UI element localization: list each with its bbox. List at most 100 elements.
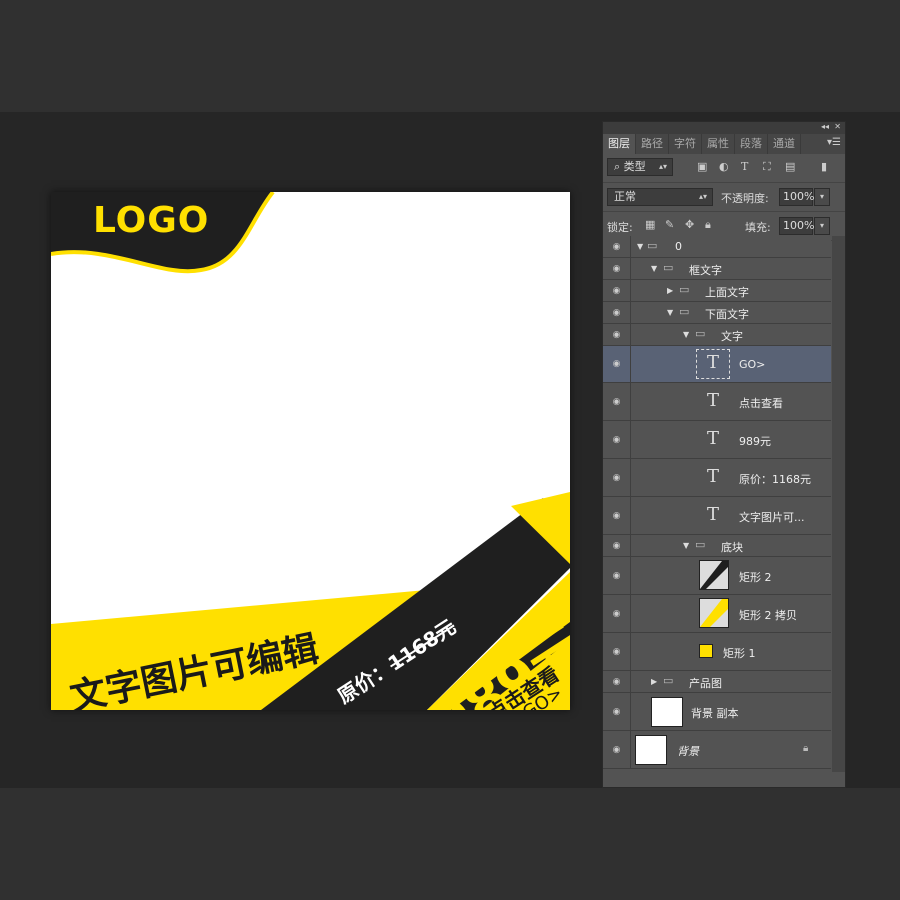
layer-row[interactable]: ◉ ▶ ▭ 产品图 bbox=[603, 671, 831, 693]
collapse-triangle-icon[interactable]: ▶ bbox=[667, 286, 673, 295]
layer-row[interactable]: ◉ T 点击查看 bbox=[603, 383, 831, 421]
document-canvas[interactable]: LOGO 文字图片可编辑 原价：1168元 989元 点击查看 GO> bbox=[51, 192, 570, 710]
layer-name: 点击查看 bbox=[739, 397, 783, 410]
layer-name: 989元 bbox=[739, 435, 771, 448]
layer-name: 框文字 bbox=[689, 264, 722, 277]
layers-list: ◉ ▼ ▭ 0 ◉ ▼ ▭ 框文字 ◉ ▶ ▭ 上面文字 ◉ ▼ ▭ 下面文字 … bbox=[603, 236, 831, 769]
visibility-eye-icon[interactable]: ◉ bbox=[603, 693, 631, 730]
type-filter-icon[interactable]: T bbox=[741, 160, 748, 173]
lock-transparent-icon[interactable]: ▦ bbox=[645, 218, 655, 231]
expand-triangle-icon[interactable]: ▼ bbox=[667, 308, 673, 317]
shape-thumbnail-icon bbox=[699, 644, 713, 658]
expand-triangle-icon[interactable]: ▼ bbox=[637, 242, 643, 251]
lock-all-icon[interactable]: 🔒︎ bbox=[705, 218, 711, 232]
top-band bbox=[0, 0, 900, 112]
visibility-eye-icon[interactable]: ◉ bbox=[603, 421, 631, 458]
expand-triangle-icon[interactable]: ▼ bbox=[651, 264, 657, 273]
tab-paragraph[interactable]: 段落 bbox=[735, 134, 768, 154]
text-layer-icon: T bbox=[706, 504, 719, 525]
layer-row[interactable]: ◉ 矩形 2 拷贝 bbox=[603, 595, 831, 633]
visibility-eye-icon[interactable]: ◉ bbox=[603, 346, 631, 382]
shape-filter-icon[interactable]: ⛶ bbox=[763, 160, 771, 174]
visibility-eye-icon[interactable]: ◉ bbox=[603, 535, 631, 556]
adjustment-filter-icon[interactable]: ◐ bbox=[719, 160, 729, 173]
layer-name: GO> bbox=[739, 358, 766, 371]
tab-character[interactable]: 字符 bbox=[669, 134, 702, 154]
select-arrows-icon: ▴▾ bbox=[698, 192, 707, 201]
filter-row: ⌕ 类型 ▴▾ ▣ ◐ T ⛶ ▤ ▮ bbox=[603, 154, 845, 183]
visibility-eye-icon[interactable]: ◉ bbox=[603, 280, 631, 301]
layer-name: 下面文字 bbox=[705, 308, 749, 321]
layer-row[interactable]: ◉ ▼ ▭ 0 bbox=[603, 236, 831, 258]
layer-row-selected[interactable]: ◉ T GO> bbox=[603, 346, 831, 383]
layer-row[interactable]: ◉ ▼ ▭ 框文字 bbox=[603, 258, 831, 280]
lock-icon: 🔒︎ bbox=[803, 743, 809, 754]
filter-kind-value: 类型 bbox=[623, 160, 646, 173]
layer-row[interactable]: ◉ ▼ ▭ 文字 bbox=[603, 324, 831, 346]
text-layer-icon: T bbox=[706, 428, 719, 449]
layer-row[interactable]: ◉ ▼ ▭ 底块 bbox=[603, 535, 831, 557]
blend-mode-select[interactable]: 正常 ▴▾ bbox=[607, 188, 713, 206]
layer-row[interactable]: ◉ 背景 副本 bbox=[603, 693, 831, 731]
folder-icon: ▭ bbox=[663, 261, 674, 274]
folder-icon: ▭ bbox=[663, 674, 674, 687]
fill-dropdown-icon[interactable]: ▾ bbox=[814, 217, 830, 235]
close-icon[interactable]: ✕ bbox=[834, 122, 841, 131]
layers-scrollbar[interactable] bbox=[832, 236, 845, 772]
layer-name: 原价：1168元 bbox=[739, 473, 811, 486]
visibility-eye-icon[interactable]: ◉ bbox=[603, 258, 631, 279]
blend-mode-value: 正常 bbox=[614, 190, 636, 203]
layer-thumbnail bbox=[651, 697, 683, 727]
visibility-eye-icon[interactable]: ◉ bbox=[603, 302, 631, 323]
expand-triangle-icon[interactable]: ▼ bbox=[683, 330, 689, 339]
layer-name: 背景 副本 bbox=[691, 707, 739, 720]
visibility-eye-icon[interactable]: ◉ bbox=[603, 383, 631, 420]
opacity-input[interactable]: 100% bbox=[779, 188, 814, 206]
visibility-eye-icon[interactable]: ◉ bbox=[603, 595, 631, 632]
visibility-eye-icon[interactable]: ◉ bbox=[603, 671, 631, 692]
tab-layers[interactable]: 图层 bbox=[603, 134, 636, 154]
lock-position-icon[interactable]: ✥ bbox=[685, 218, 694, 231]
visibility-eye-icon[interactable]: ◉ bbox=[603, 497, 631, 534]
layer-name: 矩形 2 bbox=[739, 571, 772, 584]
logo-text: LOGO bbox=[93, 200, 210, 241]
visibility-eye-icon[interactable]: ◉ bbox=[603, 236, 631, 257]
shape-thumbnail-icon bbox=[699, 598, 729, 628]
tab-paths[interactable]: 路径 bbox=[636, 134, 669, 154]
text-layer-icon: T bbox=[706, 466, 719, 487]
folder-icon: ▭ bbox=[647, 239, 658, 252]
filter-kind-select[interactable]: ⌕ 类型 ▴▾ bbox=[607, 158, 673, 176]
layer-name: 底块 bbox=[721, 541, 743, 554]
layer-row[interactable]: ◉ 矩形 2 bbox=[603, 557, 831, 595]
collapse-icon[interactable]: ◂◂ bbox=[821, 122, 829, 131]
image-filter-icon[interactable]: ▣ bbox=[697, 160, 707, 173]
tab-channels[interactable]: 通道 bbox=[768, 134, 801, 154]
visibility-eye-icon[interactable]: ◉ bbox=[603, 633, 631, 670]
layer-row[interactable]: ◉ 背景 🔒︎ bbox=[603, 731, 831, 769]
opacity-dropdown-icon[interactable]: ▾ bbox=[814, 188, 830, 206]
tab-properties[interactable]: 属性 bbox=[702, 134, 735, 154]
search-icon: ⌕ bbox=[614, 160, 624, 173]
layer-row[interactable]: ◉ T 989元 bbox=[603, 421, 831, 459]
filter-toggle-icon[interactable]: ▮ bbox=[821, 160, 827, 173]
folder-icon: ▭ bbox=[679, 283, 690, 296]
lock-paint-icon[interactable]: ✎ bbox=[665, 218, 674, 231]
layer-row[interactable]: ◉ ▶ ▭ 上面文字 bbox=[603, 280, 831, 302]
layer-name: 产品图 bbox=[689, 677, 722, 690]
layer-name: 文字图片可... bbox=[739, 511, 805, 524]
expand-triangle-icon[interactable]: ▼ bbox=[683, 541, 689, 550]
layer-row[interactable]: ◉ T 原价：1168元 bbox=[603, 459, 831, 497]
panel-tabs: 图层 路径 字符 属性 段落 通道 ▾☰ bbox=[603, 134, 845, 154]
panel-menu-icon[interactable]: ▾☰ bbox=[827, 137, 841, 148]
visibility-eye-icon[interactable]: ◉ bbox=[603, 324, 631, 345]
layer-row[interactable]: ◉ T 文字图片可... bbox=[603, 497, 831, 535]
smart-object-filter-icon[interactable]: ▤ bbox=[785, 160, 795, 173]
folder-icon: ▭ bbox=[695, 327, 706, 340]
fill-input[interactable]: 100% bbox=[779, 217, 814, 235]
visibility-eye-icon[interactable]: ◉ bbox=[603, 459, 631, 496]
layer-row[interactable]: ◉ ▼ ▭ 下面文字 bbox=[603, 302, 831, 324]
layer-row[interactable]: ◉ 矩形 1 bbox=[603, 633, 831, 671]
visibility-eye-icon[interactable]: ◉ bbox=[603, 731, 631, 768]
visibility-eye-icon[interactable]: ◉ bbox=[603, 557, 631, 594]
collapse-triangle-icon[interactable]: ▶ bbox=[651, 677, 657, 686]
